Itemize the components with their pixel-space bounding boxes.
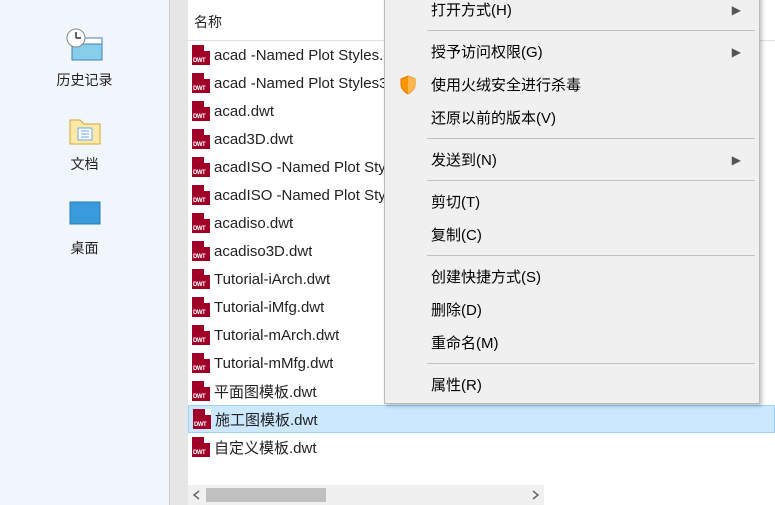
file-name: acad3D.dwt	[214, 131, 293, 148]
shield-icon	[397, 74, 419, 96]
sidebar-item-label: 历史记录	[57, 70, 113, 90]
scroll-right-arrow[interactable]	[526, 486, 544, 504]
menu-item-label: 复制(C)	[431, 224, 482, 245]
file-name: 自定义模板.dwt	[214, 437, 317, 458]
menu-item-label: 还原以前的版本(V)	[431, 107, 556, 128]
menu-item[interactable]: 使用火绒安全进行杀毒	[387, 68, 757, 101]
sidebar-item-history[interactable]: 历史记录	[0, 28, 169, 90]
dwt-file-icon	[192, 269, 210, 289]
menu-item[interactable]: 授予访问权限(G) ▶	[387, 35, 757, 68]
menu-item[interactable]: 打开方式(H) ▶	[387, 0, 757, 26]
menu-item-label: 创建快捷方式(S)	[431, 266, 541, 287]
dwt-file-icon	[192, 213, 210, 233]
menu-item[interactable]: 发送到(N) ▶	[387, 143, 757, 176]
dwt-file-icon	[192, 437, 210, 457]
panel-divider	[170, 0, 188, 505]
menu-item-label: 重命名(M)	[431, 332, 499, 353]
dwt-file-icon	[192, 185, 210, 205]
menu-separator	[427, 255, 755, 256]
sidebar-item-label: 桌面	[71, 238, 99, 258]
scroll-track[interactable]	[206, 486, 526, 504]
submenu-arrow-icon: ▶	[732, 3, 741, 17]
menu-item-label: 发送到(N)	[431, 149, 497, 170]
menu-item-label: 授予访问权限(G)	[431, 41, 543, 62]
desktop-icon	[64, 196, 106, 232]
menu-item[interactable]: 重命名(M)	[387, 326, 757, 359]
file-name: acadiso3D.dwt	[214, 243, 312, 260]
submenu-arrow-icon: ▶	[732, 153, 741, 167]
dwt-file-icon	[192, 241, 210, 261]
dwt-file-icon	[193, 409, 211, 429]
file-name: 平面图模板.dwt	[214, 381, 317, 402]
menu-item-label: 删除(D)	[431, 299, 482, 320]
horizontal-scrollbar[interactable]	[188, 485, 544, 505]
sidebar: 历史记录 文档 桌面	[0, 0, 170, 505]
dwt-file-icon	[192, 101, 210, 121]
submenu-arrow-icon: ▶	[732, 45, 741, 59]
scroll-left-arrow[interactable]	[188, 486, 206, 504]
menu-item-label: 属性(R)	[431, 374, 482, 395]
sidebar-item-label: 文档	[71, 154, 99, 174]
file-name: Tutorial-mMfg.dwt	[214, 355, 333, 372]
dwt-file-icon	[192, 45, 210, 65]
menu-item-label: 打开方式(H)	[431, 0, 512, 20]
menu-item[interactable]: 属性(R)	[387, 368, 757, 401]
menu-item-label: 使用火绒安全进行杀毒	[431, 74, 581, 95]
dwt-file-icon	[192, 325, 210, 345]
menu-item[interactable]: 创建快捷方式(S)	[387, 260, 757, 293]
sidebar-item-desktop[interactable]: 桌面	[0, 196, 169, 258]
file-name: Tutorial-mArch.dwt	[214, 327, 339, 344]
history-icon	[64, 28, 106, 64]
file-name: acad -Named Plot Styles.dwt	[214, 47, 407, 64]
menu-item[interactable]: 复制(C)	[387, 218, 757, 251]
file-name: acad.dwt	[214, 103, 274, 120]
menu-separator	[427, 363, 755, 364]
dwt-file-icon	[192, 73, 210, 93]
menu-item-label: 剪切(T)	[431, 191, 480, 212]
dwt-file-icon	[192, 353, 210, 373]
documents-icon	[64, 112, 106, 148]
file-name: Tutorial-iArch.dwt	[214, 271, 330, 288]
file-row[interactable]: 自定义模板.dwt	[188, 433, 775, 461]
context-menu: 打开方式(H) ▶ 授予访问权限(G) ▶ 使用火绒安全进行杀毒还原以前的版本(V) 发送…	[384, 0, 760, 404]
menu-separator	[427, 180, 755, 181]
file-row[interactable]: 施工图模板.dwt	[188, 405, 775, 433]
scroll-thumb[interactable]	[206, 488, 326, 502]
file-name: acadiso.dwt	[214, 215, 293, 232]
menu-separator	[427, 30, 755, 31]
file-name: Tutorial-iMfg.dwt	[214, 299, 324, 316]
menu-item[interactable]: 剪切(T)	[387, 185, 757, 218]
menu-separator	[427, 138, 755, 139]
menu-item[interactable]: 删除(D)	[387, 293, 757, 326]
file-name: 施工图模板.dwt	[215, 409, 318, 430]
dwt-file-icon	[192, 381, 210, 401]
dwt-file-icon	[192, 129, 210, 149]
dwt-file-icon	[192, 157, 210, 177]
menu-item[interactable]: 还原以前的版本(V)	[387, 101, 757, 134]
sidebar-item-documents[interactable]: 文档	[0, 112, 169, 174]
dwt-file-icon	[192, 297, 210, 317]
